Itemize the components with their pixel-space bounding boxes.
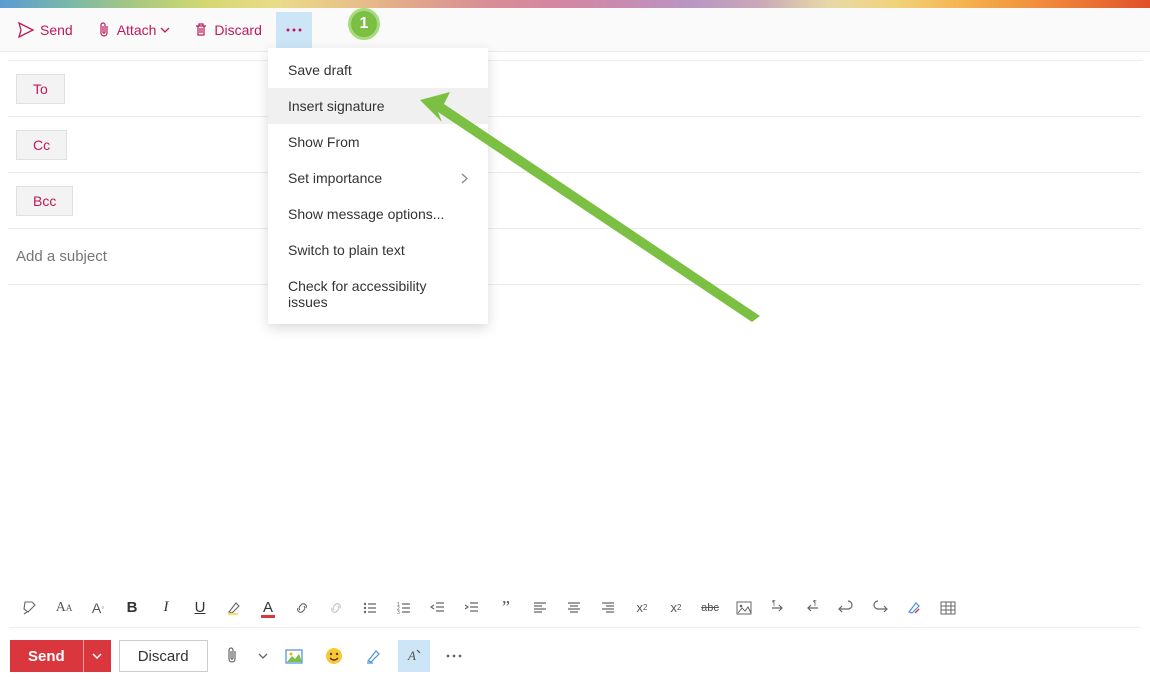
svg-text:¶: ¶ (813, 600, 817, 607)
menu-show-from[interactable]: Show From (268, 124, 488, 160)
to-row: To (8, 61, 1142, 117)
align-center-icon[interactable] (558, 592, 590, 624)
annotation-badge-1: 1 (348, 8, 380, 40)
compose-form: To Cc Bcc (8, 60, 1142, 565)
discard-button-bottom[interactable]: Discard (119, 640, 208, 672)
attach-label: Attach (117, 22, 157, 38)
subject-row (8, 229, 1142, 285)
attach-dropdown-icon[interactable] (256, 640, 270, 672)
ltr-icon[interactable]: ¶ (762, 592, 794, 624)
discard-label: Discard (214, 22, 261, 38)
highlight-icon[interactable] (218, 592, 250, 624)
to-input[interactable] (65, 61, 1134, 116)
indent-icon[interactable] (456, 592, 488, 624)
insert-inline-picture-icon[interactable] (278, 640, 310, 672)
chevron-down-icon (92, 653, 102, 659)
cc-input[interactable] (67, 117, 1134, 172)
signature-icon[interactable] (358, 640, 390, 672)
font-color-icon[interactable]: A (252, 592, 284, 624)
menu-accessibility[interactable]: Check for accessibility issues (268, 268, 488, 320)
numbers-icon[interactable]: 123 (388, 592, 420, 624)
attach-icon (97, 22, 111, 38)
paint-format-icon[interactable] (14, 592, 46, 624)
send-label: Send (40, 22, 73, 38)
chevron-right-icon (461, 173, 468, 184)
bcc-button[interactable]: Bcc (16, 186, 73, 216)
font-face-icon[interactable]: AA (48, 592, 80, 624)
link-icon[interactable] (286, 592, 318, 624)
trash-icon (194, 22, 208, 38)
bullets-icon[interactable] (354, 592, 386, 624)
font-size-icon[interactable]: A◦ (82, 592, 114, 624)
send-button[interactable]: Send (8, 12, 83, 48)
attach-button[interactable]: Attach (87, 12, 181, 48)
format-toolbar: AA A◦ B I U A 123 ” x2 x2 abc ¶ ¶ (10, 588, 1140, 628)
subject-input[interactable] (16, 248, 1134, 265)
cc-row: Cc (8, 117, 1142, 173)
chevron-down-icon (160, 27, 170, 33)
to-button[interactable]: To (16, 74, 65, 104)
ellipsis-icon (286, 28, 302, 32)
action-toolbar: Send Discard A (10, 636, 1140, 676)
more-actions-menu: Save draft Insert signature Show From Se… (268, 48, 488, 324)
menu-plain-text[interactable]: Switch to plain text (268, 232, 488, 268)
table-icon[interactable] (932, 592, 964, 624)
align-right-icon[interactable] (592, 592, 624, 624)
svg-text:¶: ¶ (772, 600, 776, 607)
color-accent-bar (0, 0, 1150, 8)
undo-icon[interactable] (830, 592, 862, 624)
send-button-bottom[interactable]: Send (10, 640, 83, 672)
strikethrough-icon[interactable]: abc (694, 592, 726, 624)
menu-insert-signature[interactable]: Insert signature (268, 88, 488, 124)
superscript-icon[interactable]: x2 (626, 592, 658, 624)
emoji-icon[interactable] (318, 640, 350, 672)
subscript-icon[interactable]: x2 (660, 592, 692, 624)
insert-picture-icon[interactable] (728, 592, 760, 624)
cc-button[interactable]: Cc (16, 130, 67, 160)
menu-save-draft[interactable]: Save draft (268, 52, 488, 88)
outdent-icon[interactable] (422, 592, 454, 624)
menu-message-options[interactable]: Show message options... (268, 196, 488, 232)
show-format-toolbar-icon[interactable]: A (398, 640, 430, 672)
svg-text:3: 3 (397, 610, 400, 616)
redo-icon[interactable] (864, 592, 896, 624)
align-left-icon[interactable] (524, 592, 556, 624)
italic-button[interactable]: I (150, 592, 182, 624)
more-actions-button[interactable] (276, 12, 312, 48)
send-icon (18, 22, 34, 38)
message-body[interactable] (8, 285, 1142, 565)
clear-format-icon[interactable] (898, 592, 930, 624)
svg-text:A: A (407, 648, 416, 663)
menu-set-importance[interactable]: Set importance (268, 160, 488, 196)
rtl-icon[interactable]: ¶ (796, 592, 828, 624)
unlink-icon[interactable] (320, 592, 352, 624)
bcc-row: Bcc (8, 173, 1142, 229)
bcc-input[interactable] (73, 173, 1134, 228)
send-split-button[interactable]: Send (10, 640, 111, 672)
underline-button[interactable]: U (184, 592, 216, 624)
more-icon-bottom[interactable] (438, 640, 470, 672)
quote-icon[interactable]: ” (490, 592, 522, 624)
discard-button[interactable]: Discard (184, 12, 271, 48)
compose-toolbar: Send Attach Discard (0, 8, 1150, 52)
bold-button[interactable]: B (116, 592, 148, 624)
send-dropdown-button[interactable] (83, 640, 111, 672)
attach-icon-bottom[interactable] (216, 640, 248, 672)
